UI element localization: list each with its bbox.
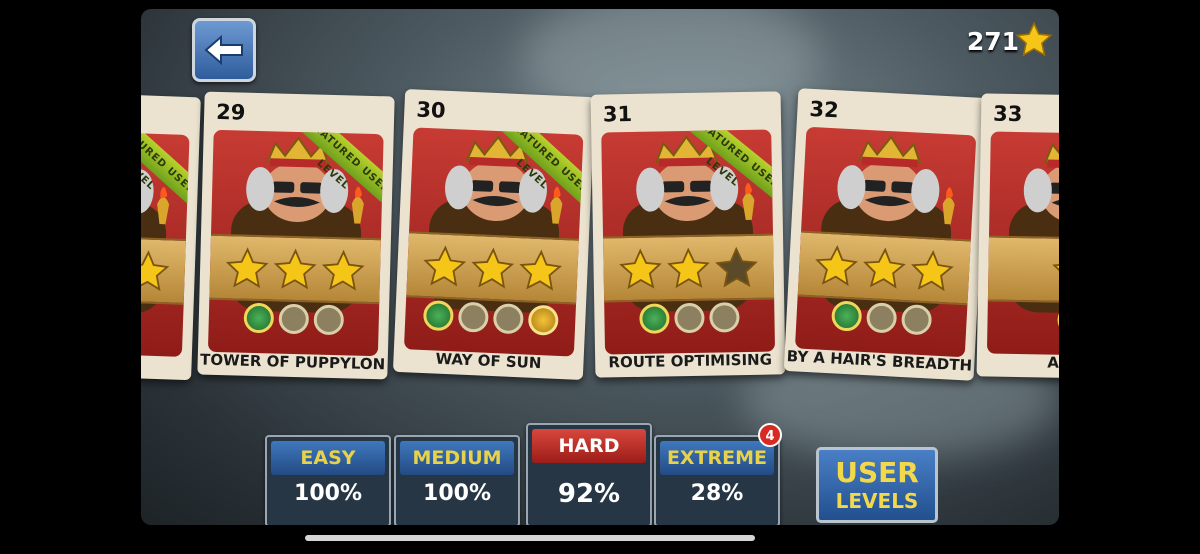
extreme-notification-badge: 4 bbox=[758, 423, 782, 447]
difficulty-easy-button[interactable]: EASY 100% bbox=[265, 435, 391, 525]
collectible-coins bbox=[604, 302, 774, 335]
star-filled-icon bbox=[471, 247, 515, 289]
level-number: 32 bbox=[808, 96, 840, 123]
coin-empty-icon bbox=[278, 303, 310, 335]
level-title: A SPA bbox=[1047, 353, 1059, 373]
user-levels-label-line2: LEVELS bbox=[835, 489, 919, 513]
level-card[interactable]: 29 FEATURED USER LEVEL TOWER OF PUPPYLON bbox=[197, 91, 395, 380]
star-filled-icon bbox=[863, 247, 906, 289]
star-filled-icon bbox=[667, 247, 710, 289]
user-levels-label-line1: USER bbox=[835, 456, 919, 489]
back-button[interactable] bbox=[192, 18, 256, 82]
level-card[interactable]: 30 FEATURED USER LEVEL WAY OF SUN bbox=[392, 88, 596, 381]
level-card[interactable]: FEATURED USER LEVEL bbox=[141, 90, 201, 381]
difficulty-extreme-button[interactable]: EXTREME 28% bbox=[654, 435, 780, 525]
level-card[interactable]: 32 BY A HAIR'S BREADTH bbox=[783, 88, 989, 381]
star-filled-icon bbox=[141, 250, 170, 292]
coin-empty-icon bbox=[674, 302, 705, 334]
star-rating bbox=[798, 243, 970, 296]
king-portrait: FEATURED USER LEVEL bbox=[141, 129, 190, 357]
star-filled-icon bbox=[321, 249, 365, 291]
difficulty-hard-button[interactable]: HARD 92% bbox=[526, 423, 652, 525]
difficulty-percent: 100% bbox=[294, 481, 362, 506]
star-filled-icon bbox=[423, 245, 467, 287]
king-portrait: FEATURED USER LEVEL bbox=[403, 127, 584, 357]
difficulty-percent: 92% bbox=[557, 479, 621, 509]
difficulty-percent: 28% bbox=[690, 481, 744, 506]
star-rating bbox=[988, 248, 1059, 295]
king-portrait: FEATURED USER LEVEL bbox=[207, 129, 384, 357]
home-indicator-bar[interactable] bbox=[305, 535, 755, 541]
star-filled-icon bbox=[1052, 249, 1059, 291]
arrow-left-icon bbox=[204, 35, 243, 65]
level-title: ROUTE OPTIMISING bbox=[608, 350, 773, 372]
star-filled-icon bbox=[273, 248, 317, 290]
coin-gold-icon bbox=[527, 304, 559, 336]
star-filled-icon bbox=[911, 250, 954, 292]
user-levels-button[interactable]: USER LEVELS bbox=[816, 447, 938, 523]
king-portrait bbox=[986, 131, 1059, 357]
coin-green-icon bbox=[639, 303, 670, 334]
coin-green-icon bbox=[243, 302, 275, 334]
collectible-coins bbox=[208, 302, 379, 336]
difficulty-percent: 100% bbox=[423, 481, 491, 506]
coin-green-icon bbox=[422, 299, 454, 332]
level-number: 33 bbox=[992, 101, 1023, 127]
star-rating bbox=[603, 246, 774, 293]
coin-empty-icon bbox=[457, 301, 489, 333]
collectible-coins bbox=[141, 301, 184, 337]
star-icon bbox=[1015, 21, 1053, 57]
coin-empty-icon bbox=[313, 304, 345, 336]
star-filled-icon bbox=[519, 249, 563, 291]
star-rating bbox=[407, 243, 579, 294]
difficulty-label: MEDIUM bbox=[400, 441, 514, 475]
coin-empty-icon bbox=[709, 302, 740, 333]
difficulty-medium-button[interactable]: MEDIUM 100% bbox=[394, 435, 520, 525]
coin-empty-icon bbox=[865, 302, 898, 334]
star-count: 271 bbox=[966, 27, 1019, 56]
king-portrait bbox=[794, 126, 977, 358]
star-filled-icon bbox=[815, 245, 858, 287]
coin-green-icon bbox=[1057, 304, 1059, 336]
star-filled-icon bbox=[619, 248, 662, 290]
coin-green-icon bbox=[830, 300, 863, 332]
level-title bbox=[141, 368, 191, 375]
star-rating bbox=[210, 246, 381, 294]
coin-empty-icon bbox=[492, 303, 524, 335]
difficulty-label: EASY bbox=[271, 441, 385, 475]
coin-empty-icon bbox=[900, 303, 933, 336]
difficulty-label: EXTREME bbox=[660, 441, 774, 475]
star-filled-icon bbox=[225, 247, 269, 289]
level-number: 29 bbox=[215, 99, 246, 125]
star-rating bbox=[141, 245, 186, 295]
level-title: TOWER OF PUPPYLON bbox=[199, 350, 386, 374]
game-screen: 271 FEATURED USER LEVEL 29 FEATURED USER L… bbox=[141, 9, 1059, 525]
difficulty-label: HARD bbox=[532, 429, 646, 463]
level-card[interactable]: 33 A SPA bbox=[976, 93, 1059, 380]
level-card[interactable]: 31 FEATURED USER LEVEL ROUTE OPTIMISING bbox=[590, 91, 786, 378]
king-portrait: FEATURED USER LEVEL bbox=[601, 129, 776, 355]
level-number: 31 bbox=[602, 101, 633, 127]
collectible-coins bbox=[987, 304, 1059, 337]
level-number: 30 bbox=[415, 97, 447, 123]
star-empty-icon bbox=[715, 246, 758, 288]
